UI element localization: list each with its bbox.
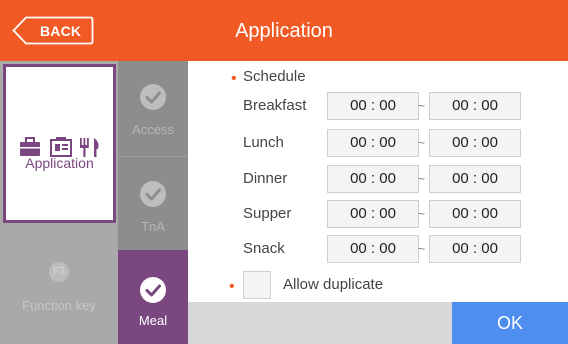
check-circle-icon <box>140 181 166 207</box>
row-label-snack: Snack <box>243 240 285 257</box>
tab-tna[interactable]: TnA <box>118 156 188 248</box>
breakfast-start-time[interactable]: 00 : 00 <box>327 92 419 120</box>
bullet-icon: • <box>231 70 237 87</box>
range-separator: ~ <box>418 172 426 186</box>
range-separator: ~ <box>418 99 426 113</box>
range-separator: ~ <box>418 207 426 221</box>
check-circle-icon <box>140 277 166 303</box>
sidebar-item-application[interactable]: Application <box>3 64 116 223</box>
dinner-end-time[interactable]: 00 : 00 <box>429 165 521 193</box>
briefcase-icon <box>20 137 40 156</box>
ok-button[interactable]: OK <box>452 302 568 344</box>
id-card-icon <box>50 137 72 157</box>
row-label-dinner: Dinner <box>243 170 288 187</box>
dinner-start-time[interactable]: 00 : 00 <box>327 165 419 193</box>
supper-end-time[interactable]: 00 : 00 <box>429 200 521 228</box>
tab-label: Meal <box>138 313 168 328</box>
allow-duplicate-checkbox[interactable] <box>243 271 271 299</box>
check-circle-icon <box>140 84 166 110</box>
range-separator: ~ <box>418 242 426 256</box>
snack-start-time[interactable]: 00 : 00 <box>327 235 419 263</box>
tab-meal[interactable]: Meal <box>118 250 188 344</box>
page-title: Application <box>235 20 333 42</box>
row-label-lunch: Lunch <box>243 134 284 151</box>
bullet-icon: • <box>229 278 235 295</box>
tab-access[interactable]: Access <box>118 61 188 157</box>
function-key-badge: F2 <box>49 262 69 282</box>
allow-duplicate-label: Allow duplicate <box>283 276 384 293</box>
supper-start-time[interactable]: 00 : 00 <box>327 200 419 228</box>
schedule-title: Schedule <box>243 68 306 85</box>
range-separator: ~ <box>418 136 426 150</box>
sidebar-item-function-key[interactable]: Function key <box>0 298 118 313</box>
lunch-start-time[interactable]: 00 : 00 <box>327 129 419 157</box>
header-bar: BACK Application <box>0 0 568 61</box>
footer-bar <box>188 302 452 344</box>
breakfast-end-time[interactable]: 00 : 00 <box>429 92 521 120</box>
tab-label: Access <box>132 122 174 137</box>
snack-end-time[interactable]: 00 : 00 <box>429 235 521 263</box>
row-label-supper: Supper <box>243 205 292 222</box>
lunch-end-time[interactable]: 00 : 00 <box>429 129 521 157</box>
tab-label: TnA <box>141 219 165 234</box>
row-label-breakfast: Breakfast <box>243 97 307 114</box>
sidebar-item-label: Application <box>25 155 94 171</box>
